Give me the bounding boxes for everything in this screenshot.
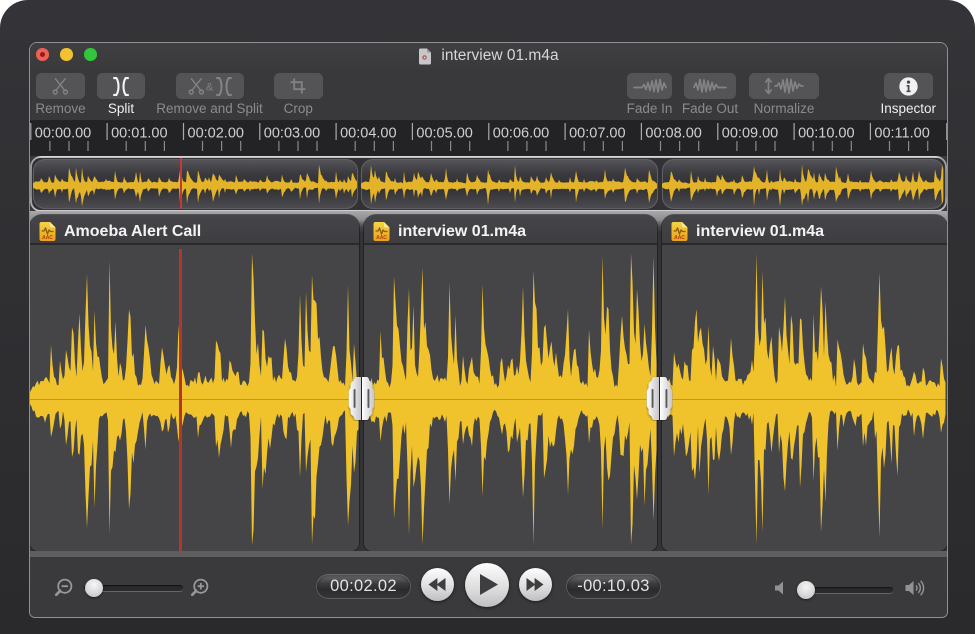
svg-text:AAC: AAC [42, 235, 53, 241]
svg-text:00:07.00: 00:07.00 [569, 126, 625, 142]
svg-text:00:11.00: 00:11.00 [874, 126, 929, 142]
svg-text:00:04.00: 00:04.00 [340, 126, 396, 142]
svg-text:00:09.00: 00:09.00 [722, 126, 778, 142]
svg-text:00:05.00: 00:05.00 [416, 126, 472, 142]
svg-text:00:03.00: 00:03.00 [264, 126, 320, 142]
svg-text:00:06.00: 00:06.00 [493, 126, 549, 142]
svg-text:AAC: AAC [674, 235, 685, 241]
svg-text:&: & [205, 81, 213, 93]
svg-text:00:02.00: 00:02.00 [188, 126, 244, 142]
svg-text:00:01.00: 00:01.00 [111, 126, 167, 142]
svg-text:00:08.00: 00:08.00 [645, 126, 701, 142]
svg-text:00:10.00: 00:10.00 [798, 126, 854, 142]
svg-text:AAC: AAC [376, 235, 387, 241]
svg-text:00:00.00: 00:00.00 [35, 126, 91, 142]
